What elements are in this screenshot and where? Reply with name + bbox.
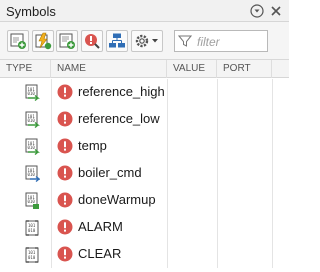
symbol-name: ALARM bbox=[78, 219, 123, 234]
data-input-icon: 101 010 bbox=[25, 84, 40, 102]
error-icon[interactable] bbox=[57, 165, 73, 181]
symbol-row[interactable]: 101 010 temp bbox=[0, 133, 289, 160]
column-value[interactable]: VALUE bbox=[167, 60, 217, 78]
error-icon[interactable] bbox=[57, 246, 73, 262]
add-symbol-icon bbox=[10, 33, 26, 49]
column-name[interactable]: NAME bbox=[51, 60, 167, 78]
svg-text:010: 010 bbox=[28, 91, 36, 96]
error-icon[interactable] bbox=[57, 138, 73, 154]
svg-text:010: 010 bbox=[28, 145, 36, 150]
data-constant-icon: 101 010 bbox=[25, 220, 39, 236]
symbol-name: CLEAR bbox=[78, 246, 122, 261]
error-icon[interactable] bbox=[57, 219, 73, 235]
filter-field[interactable] bbox=[174, 30, 268, 52]
symbols-toolbar bbox=[0, 22, 289, 60]
column-type[interactable]: TYPE bbox=[0, 60, 51, 78]
symbols-table-body: 101 010 reference_high 101 010 reference… bbox=[0, 79, 289, 272]
settings-dropdown-icon bbox=[135, 34, 158, 48]
inspect-button[interactable] bbox=[81, 30, 103, 52]
symbol-row[interactable]: 101 010 boiler_cmd bbox=[0, 160, 289, 187]
symbol-name: doneWarmup bbox=[78, 192, 156, 207]
svg-text:010: 010 bbox=[28, 255, 36, 260]
add-data-button[interactable] bbox=[56, 30, 78, 52]
symbol-row[interactable]: 101 010 ALARM bbox=[0, 214, 289, 241]
data-local-icon: 101 010 bbox=[25, 192, 39, 209]
panel-menu-icon[interactable] bbox=[249, 3, 264, 18]
hierarchy-button[interactable] bbox=[106, 30, 128, 52]
settings-dropdown-button[interactable] bbox=[131, 30, 163, 52]
svg-text:010: 010 bbox=[28, 118, 36, 123]
panel-titlebar: Symbols bbox=[0, 0, 289, 22]
resolve-undefined-button[interactable] bbox=[32, 30, 54, 52]
svg-text:010: 010 bbox=[28, 199, 36, 204]
filter-icon bbox=[177, 34, 193, 51]
error-icon[interactable] bbox=[57, 111, 73, 127]
filter-input[interactable] bbox=[197, 34, 267, 50]
symbols-panel: Symbols filter TYPE NAME VALUE PORT 101 … bbox=[0, 0, 289, 272]
error-icon[interactable] bbox=[57, 192, 73, 208]
panel-title: Symbols bbox=[6, 4, 56, 19]
data-output-icon: 101 010 bbox=[25, 165, 40, 183]
symbol-row[interactable]: 101 010 doneWarmup bbox=[0, 187, 289, 214]
column-port[interactable]: PORT bbox=[217, 60, 272, 78]
svg-text:010: 010 bbox=[28, 172, 36, 177]
symbol-name: reference_low bbox=[78, 111, 160, 126]
symbols-table-header: TYPE NAME VALUE PORT bbox=[0, 60, 289, 78]
svg-text:010: 010 bbox=[28, 228, 36, 233]
symbol-row[interactable]: 101 010 reference_high bbox=[0, 79, 289, 106]
add-symbol-button[interactable] bbox=[7, 30, 29, 52]
symbol-name: boiler_cmd bbox=[78, 165, 142, 180]
inspect-icon bbox=[85, 34, 100, 49]
data-input-icon: 101 010 bbox=[25, 111, 40, 129]
symbol-row[interactable]: 101 010 reference_low bbox=[0, 106, 289, 133]
error-icon[interactable] bbox=[57, 84, 73, 100]
symbol-name: temp bbox=[78, 138, 107, 153]
symbol-row[interactable]: 101 010 CLEAR bbox=[0, 241, 289, 268]
hierarchy-icon bbox=[109, 33, 125, 48]
resolve-undefined-icon bbox=[35, 32, 52, 50]
add-data-icon bbox=[59, 33, 75, 49]
data-constant-icon: 101 010 bbox=[25, 247, 39, 263]
symbol-name: reference_high bbox=[78, 84, 165, 99]
close-icon[interactable] bbox=[268, 3, 283, 18]
data-input-icon: 101 010 bbox=[25, 138, 40, 156]
